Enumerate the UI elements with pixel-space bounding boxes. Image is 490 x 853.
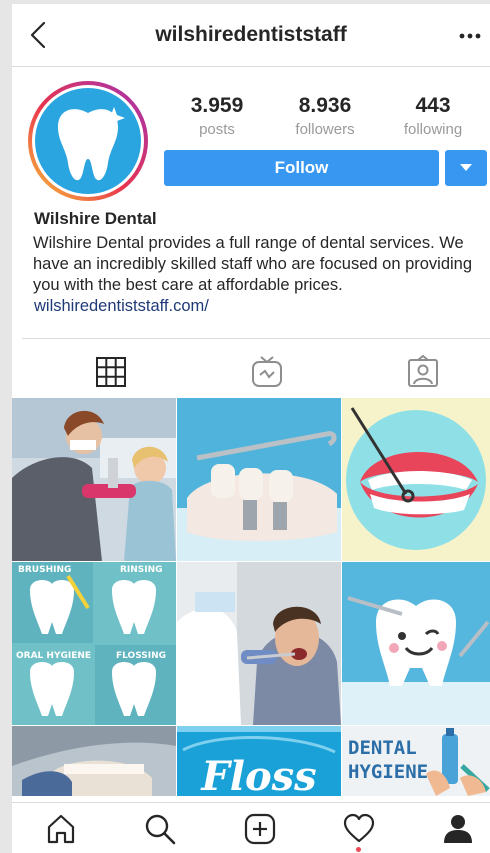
search-icon[interactable]: [144, 813, 176, 845]
post-thumbnail-jaw-model[interactable]: [12, 726, 176, 796]
profile-tabs: [22, 338, 490, 399]
post-thumbnail-cartoon-teeth[interactable]: [342, 398, 490, 561]
suggested-accounts-button[interactable]: [445, 150, 487, 186]
bottom-navigation: [12, 802, 490, 853]
stat-followers[interactable]: 8.936 followers: [280, 94, 370, 140]
bio-name: Wilshire Dental: [34, 209, 157, 228]
stat-posts-value: 3.959: [190, 94, 244, 117]
avatar[interactable]: [26, 79, 150, 203]
stat-posts-label: posts: [199, 121, 235, 138]
post-text-floss: Floss: [200, 753, 316, 796]
profile-screen: wilshiredentiststaff 3.959 posts 8.936 f…: [12, 4, 490, 853]
caret-down-icon: [460, 164, 472, 171]
post-text-dental: DENTAL: [348, 737, 417, 759]
grid-icon[interactable]: [94, 355, 128, 389]
stat-followers-label: followers: [295, 121, 355, 138]
stat-following[interactable]: 443 following: [388, 94, 478, 140]
home-icon[interactable]: [45, 813, 77, 845]
post-thumbnail-dentist-with-child[interactable]: [12, 398, 176, 561]
post-thumbnail-dental-implant-model[interactable]: [177, 398, 341, 561]
post-text-hygiene: HYGIENE: [348, 761, 428, 783]
stat-following-label: following: [403, 121, 463, 138]
tagged-icon[interactable]: [406, 355, 440, 389]
igtv-icon[interactable]: [250, 355, 284, 389]
profile-icon[interactable]: [442, 813, 474, 845]
post-thumbnail-oral-hygiene-steps[interactable]: BRUSHING RINSING ORAL HYGIENE FLOSSING: [12, 562, 176, 725]
tooth-logo-icon: [28, 81, 148, 201]
post-label-rinsing: RINSING: [120, 565, 163, 575]
notification-dot: [356, 847, 361, 852]
bio-text: Wilshire Dental provides a full range of…: [33, 234, 473, 294]
more-options-icon[interactable]: [459, 33, 481, 39]
post-thumbnail-patient-in-chair[interactable]: [177, 562, 341, 725]
bio-website-link[interactable]: wilshiredentiststaff.com/: [34, 297, 209, 316]
post-thumbnail-happy-tooth[interactable]: [342, 562, 490, 725]
post-thumbnail-dental-hygiene[interactable]: DENTAL HYGIENE: [342, 726, 490, 796]
heart-icon[interactable]: [343, 813, 375, 845]
stat-followers-value: 8.936: [298, 94, 352, 117]
post-thumbnail-floss[interactable]: Floss: [177, 726, 341, 796]
post-label-oral-hygiene: ORAL HYGIENE: [16, 651, 91, 661]
post-label-flossing: FLOSSING: [116, 651, 166, 661]
stat-posts[interactable]: 3.959 posts: [172, 94, 262, 140]
stat-following-value: 443: [415, 94, 451, 117]
profile-username: wilshiredentiststaff: [155, 23, 347, 46]
post-label-brushing: BRUSHING: [18, 565, 71, 575]
top-bar: wilshiredentiststaff: [12, 4, 490, 67]
add-post-icon[interactable]: [244, 813, 276, 845]
follow-button[interactable]: Follow: [164, 150, 439, 186]
